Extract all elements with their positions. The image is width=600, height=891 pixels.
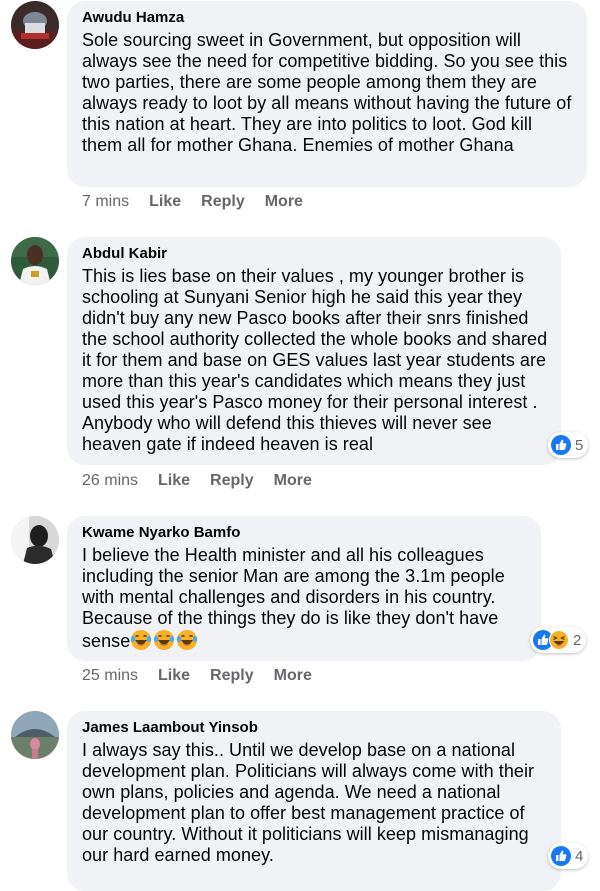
reaction-count: 4 [575, 847, 584, 865]
comment-text: I believe the Health minister and all hi… [82, 545, 531, 652]
avatar-photo [11, 237, 59, 285]
comment-text: I always say this.. Until we develop bas… [82, 740, 535, 865]
laughing-tears-emoji [153, 629, 175, 651]
reaction-summary[interactable]: 4 [548, 843, 589, 869]
comment-bubble: James Laambout Yinsob I always say this.… [67, 711, 561, 891]
comment-time[interactable]: 7 mins [82, 192, 129, 212]
haha-icon [549, 630, 569, 650]
reply-button[interactable]: Reply [210, 666, 254, 686]
more-button[interactable]: More [274, 471, 312, 491]
like-icon [551, 846, 571, 866]
avatar-photo [11, 1, 59, 49]
reaction-summary[interactable]: 5 [548, 432, 589, 458]
reaction-summary[interactable]: 2 [530, 627, 587, 653]
more-button[interactable]: More [274, 666, 312, 686]
comment-bubble: Abdul Kabir This is lies base on their v… [67, 237, 561, 465]
more-button[interactable]: More [265, 192, 303, 212]
comment-time[interactable]: 26 mins [82, 471, 138, 491]
avatar[interactable] [11, 711, 59, 759]
comment-author[interactable]: Kwame Nyarko Bamfo [82, 524, 531, 542]
avatar-photo [11, 711, 59, 759]
like-button[interactable]: Like [158, 666, 190, 686]
reaction-count: 5 [575, 436, 584, 454]
comment-text: This is lies base on their values , my y… [82, 266, 548, 454]
comment-actions: 25 mins Like Reply More [82, 666, 312, 686]
reply-button[interactable]: Reply [210, 471, 254, 491]
comment-author[interactable]: Abdul Kabir [82, 245, 551, 263]
comment-bubble: Kwame Nyarko Bamfo I believe the Health … [67, 516, 541, 661]
comment-author[interactable]: Awudu Hamza [82, 9, 577, 27]
like-button[interactable]: Like [158, 471, 190, 491]
avatar-photo [11, 516, 59, 564]
laughing-tears-emoji [176, 629, 198, 651]
comment-time[interactable]: 25 mins [82, 666, 138, 686]
like-icon [551, 435, 571, 455]
avatar[interactable] [11, 1, 59, 49]
comment-bubble: Awudu Hamza Sole sourcing sweet in Gover… [67, 1, 587, 187]
comment-text: Sole sourcing sweet in Government, but o… [82, 30, 572, 155]
reply-button[interactable]: Reply [201, 192, 245, 212]
comment-actions: 26 mins Like Reply More [82, 471, 312, 491]
avatar[interactable] [11, 516, 59, 564]
comment-author[interactable]: James Laambout Yinsob [82, 719, 551, 737]
laughing-tears-emoji [130, 629, 152, 651]
avatar[interactable] [11, 237, 59, 285]
like-button[interactable]: Like [149, 192, 181, 212]
reaction-count: 2 [573, 631, 582, 649]
comment-actions: 7 mins Like Reply More [82, 192, 303, 212]
